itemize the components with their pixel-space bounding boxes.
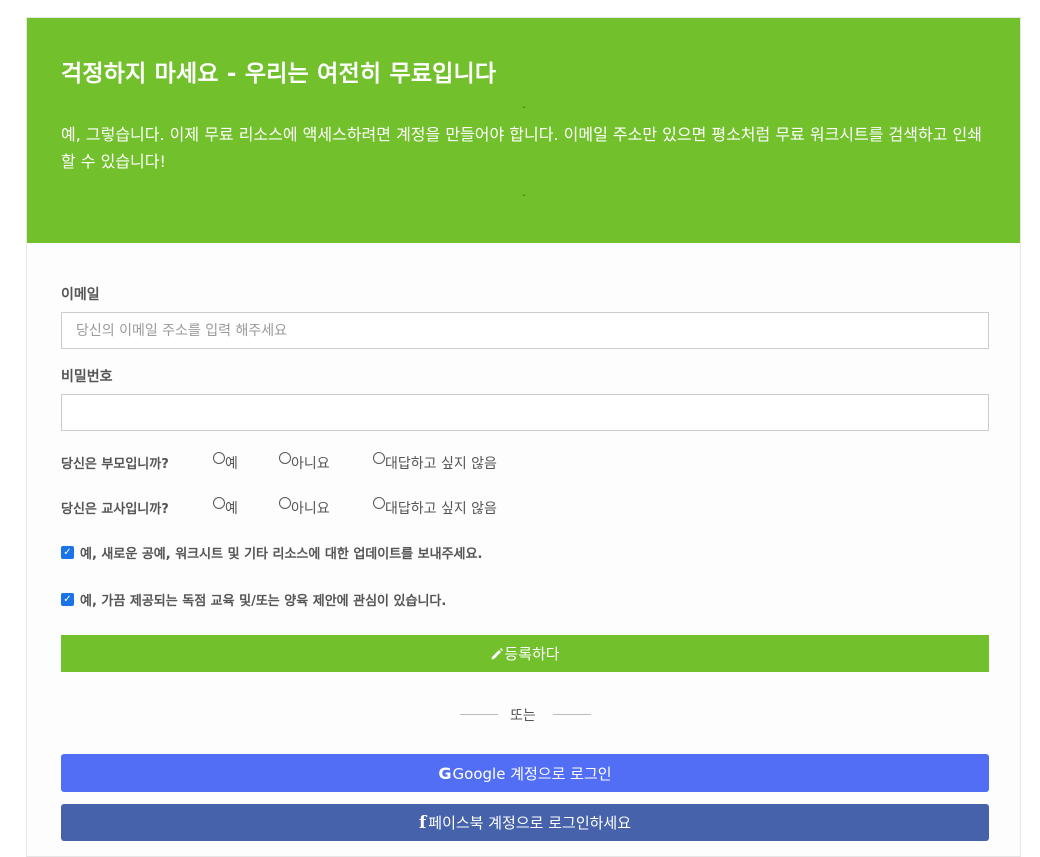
teacher-option-no-label: 아니요 bbox=[291, 501, 330, 517]
divider-line-left bbox=[460, 714, 498, 715]
teacher-option-yes-label: 예 bbox=[225, 501, 238, 517]
checkmark-icon: ✓ bbox=[63, 593, 72, 605]
register-button-label: 등록하다 bbox=[504, 646, 560, 663]
updates-checkbox[interactable]: ✓ bbox=[61, 546, 74, 559]
radio-icon[interactable] bbox=[373, 452, 385, 464]
updates-checkbox-label: 예, 새로운 공예, 워크시트 및 기타 리소스에 대한 업데이트를 보내주세요… bbox=[80, 547, 483, 562]
facebook-f-icon: f bbox=[418, 812, 427, 833]
parent-option-yes-label: 예 bbox=[225, 456, 238, 472]
register-button[interactable]: 등록하다 bbox=[61, 635, 989, 672]
google-login-label: Google 계정으로 로그인 bbox=[452, 764, 612, 783]
or-divider: 또는 bbox=[27, 705, 1020, 725]
facebook-login-button[interactable]: f 페이스북 계정으로 로그인하세요 bbox=[61, 804, 989, 841]
divider-text: 또는 bbox=[510, 708, 536, 724]
radio-icon[interactable] bbox=[279, 497, 291, 509]
google-login-button[interactable]: G Google 계정으로 로그인 bbox=[61, 754, 989, 792]
signup-card: 걱정하지 마세요 - 우리는 여전히 무료입니다 - 예, 그렇습니다. 이제 … bbox=[26, 17, 1021, 857]
radio-icon[interactable] bbox=[373, 497, 385, 509]
parent-option-no[interactable]: 아니요 bbox=[279, 451, 330, 473]
teacher-option-yes[interactable]: 예 bbox=[213, 496, 238, 518]
google-g-icon: G bbox=[438, 763, 452, 783]
banner-text: 예, 그렇습니다. 이제 무료 리소스에 액세스하려면 계정을 만들어야 합니다… bbox=[61, 125, 982, 171]
radio-icon[interactable] bbox=[213, 497, 225, 509]
pencil-icon bbox=[491, 647, 504, 659]
email-input[interactable] bbox=[61, 312, 989, 349]
parent-option-no-label: 아니요 bbox=[291, 456, 330, 472]
teacher-option-decline[interactable]: 대답하고 싶지 않음 bbox=[373, 496, 497, 518]
radio-icon[interactable] bbox=[279, 452, 291, 464]
password-label: 비밀번호 bbox=[61, 369, 113, 385]
teacher-question-label: 당신은 교사입니까? bbox=[61, 502, 169, 517]
facebook-login-label: 페이스북 계정으로 로그인하세요 bbox=[428, 814, 632, 832]
parent-option-decline-label: 대답하고 싶지 않음 bbox=[385, 456, 497, 472]
email-label: 이메일 bbox=[61, 287, 100, 303]
banner-title: 걱정하지 마세요 - 우리는 여전히 무료입니다 bbox=[61, 61, 497, 87]
offers-checkbox-label: 예, 가끔 제공되는 독점 교육 및/또는 양육 제안에 관심이 있습니다. bbox=[80, 594, 447, 609]
banner-marker-bottom: - bbox=[522, 190, 526, 201]
parent-question-label: 당신은 부모입니까? bbox=[61, 457, 169, 472]
offers-checkbox-row[interactable]: ✓ 예, 가끔 제공되는 독점 교육 및/또는 양육 제안에 관심이 있습니다. bbox=[61, 590, 446, 609]
parent-option-decline[interactable]: 대답하고 싶지 않음 bbox=[373, 451, 497, 473]
updates-checkbox-row[interactable]: ✓ 예, 새로운 공예, 워크시트 및 기타 리소스에 대한 업데이트를 보내주… bbox=[61, 543, 482, 562]
teacher-option-no[interactable]: 아니요 bbox=[279, 496, 330, 518]
banner-marker-top: - bbox=[522, 102, 526, 113]
divider-line-right bbox=[553, 714, 591, 715]
checkmark-icon: ✓ bbox=[63, 546, 72, 558]
password-input[interactable] bbox=[61, 394, 989, 431]
parent-option-yes[interactable]: 예 bbox=[213, 451, 238, 473]
radio-icon[interactable] bbox=[213, 452, 225, 464]
teacher-option-decline-label: 대답하고 싶지 않음 bbox=[385, 501, 497, 517]
info-banner: 걱정하지 마세요 - 우리는 여전히 무료입니다 - 예, 그렇습니다. 이제 … bbox=[27, 18, 1020, 243]
offers-checkbox[interactable]: ✓ bbox=[61, 593, 74, 606]
